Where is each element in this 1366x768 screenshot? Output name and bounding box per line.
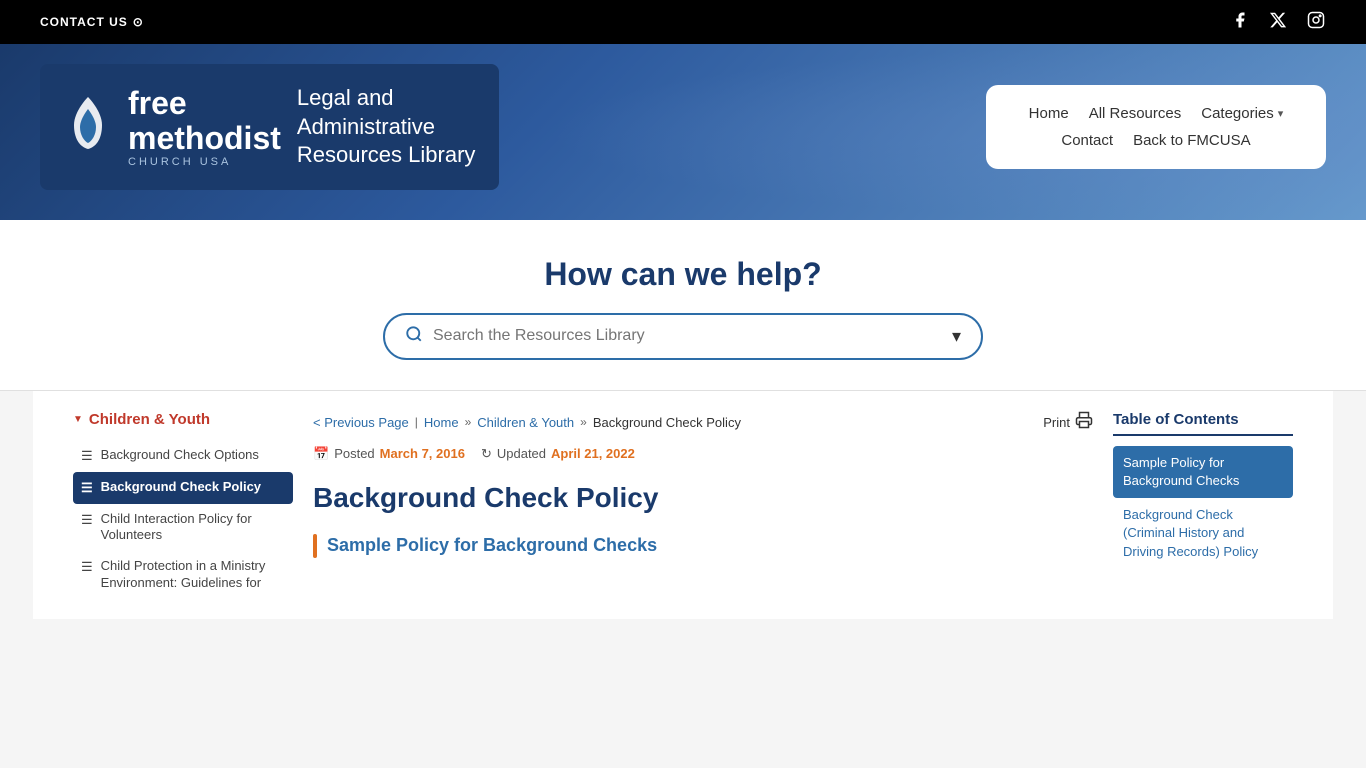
search-dropdown-icon[interactable]: ▾ [952, 326, 961, 347]
logo-section: free methodist CHURCH USA Legal and Admi… [40, 64, 499, 190]
logo-brand-text: free methodist [128, 86, 281, 156]
search-heading: How can we help? [40, 256, 1326, 293]
sidebar-category-title: Children & Youth [89, 411, 210, 428]
sidebar-item-label: Background Check Policy [101, 479, 261, 496]
chevron-down-icon: ▾ [1278, 107, 1284, 120]
sidebar-category-header[interactable]: ▼ Children & Youth [73, 411, 293, 428]
article-area: < Previous Page | Home » Children & Yout… [313, 411, 1093, 599]
document-icon: ☰ [81, 448, 93, 465]
search-icon [405, 325, 423, 348]
facebook-icon[interactable] [1230, 11, 1250, 34]
sidebar: ▼ Children & Youth ☰ Background Check Op… [73, 411, 293, 599]
breadcrumb-separator-1: | [415, 415, 418, 429]
refresh-icon: ↻ [481, 446, 492, 462]
logo-church-text: CHURCH USA [128, 156, 281, 168]
search-input[interactable] [433, 327, 952, 345]
sidebar-triangle-icon: ▼ [73, 414, 83, 425]
breadcrumb-category[interactable]: Children & Youth [477, 415, 574, 430]
twitter-x-icon[interactable] [1268, 11, 1288, 34]
toc-item-1[interactable]: Sample Policy for Background Checks [1113, 446, 1293, 498]
updated-meta: ↻ Updated April 21, 2022 [481, 446, 635, 462]
nav-categories[interactable]: Categories ▾ [1201, 105, 1283, 122]
posted-label: Posted [334, 446, 374, 461]
main-nav: Home All Resources Categories ▾ Contact … [986, 85, 1326, 169]
toc-heading: Table of Contents [1113, 411, 1293, 436]
document-icon: ☰ [81, 480, 93, 497]
nav-categories-label: Categories [1201, 105, 1274, 122]
sidebar-item-child-protection[interactable]: ☰ Child Protection in a Ministry Environ… [73, 551, 293, 599]
document-icon: ☰ [81, 512, 93, 529]
document-icon: ☰ [81, 559, 93, 576]
updated-date: April 21, 2022 [551, 446, 635, 461]
section-title-text: Sample Policy for Background Checks [327, 535, 657, 556]
site-header: free methodist CHURCH USA Legal and Admi… [0, 44, 1366, 220]
sidebar-item-label: Child Protection in a Ministry Environme… [101, 558, 285, 592]
print-button[interactable]: Print [1043, 411, 1093, 434]
search-section: How can we help? ▾ [0, 220, 1366, 391]
posted-meta: 📅 Posted March 7, 2016 [313, 446, 465, 462]
article-first-section: Sample Policy for Background Checks [313, 534, 1093, 558]
breadcrumb: < Previous Page | Home » Children & Yout… [313, 415, 741, 430]
contact-circle-icon: ⊙ [133, 15, 144, 29]
contact-us-label: CONTACT US [40, 15, 128, 29]
meta-row: 📅 Posted March 7, 2016 ↻ Updated April 2… [313, 446, 1093, 462]
previous-page-link[interactable]: < Previous Page [313, 415, 409, 430]
site-title: Legal and Administrative Resources Libra… [297, 84, 476, 170]
nav-all-resources[interactable]: All Resources [1089, 105, 1182, 122]
toc-item-2[interactable]: Background Check (Criminal History and D… [1113, 498, 1293, 569]
breadcrumb-bar: < Previous Page | Home » Children & Yout… [313, 411, 1093, 434]
breadcrumb-arrow-1: » [465, 415, 472, 429]
nav-back-fmcusa[interactable]: Back to FMCUSA [1133, 132, 1251, 149]
breadcrumb-arrow-2: » [580, 415, 587, 429]
posted-date: March 7, 2016 [380, 446, 465, 461]
sidebar-item-child-interaction[interactable]: ☰ Child Interaction Policy for Volunteer… [73, 504, 293, 552]
print-icon [1075, 411, 1093, 434]
print-label: Print [1043, 415, 1070, 430]
breadcrumb-home[interactable]: Home [424, 415, 459, 430]
article-title: Background Check Policy [313, 482, 1093, 514]
contact-us-link[interactable]: CONTACT US ⊙ [40, 15, 144, 29]
main-content: ▼ Children & Youth ☰ Background Check Op… [33, 391, 1333, 619]
sidebar-item-background-check-options[interactable]: ☰ Background Check Options [73, 440, 293, 472]
breadcrumb-current: Background Check Policy [593, 415, 741, 430]
nav-contact[interactable]: Contact [1061, 132, 1113, 149]
flame-icon [64, 93, 112, 161]
sidebar-item-label: Child Interaction Policy for Volunteers [101, 511, 285, 545]
sidebar-item-label: Background Check Options [101, 447, 259, 464]
instagram-icon[interactable] [1306, 11, 1326, 34]
sidebar-items-list: ☰ Background Check Options ☰ Background … [73, 440, 293, 599]
toc-panel: Table of Contents Sample Policy for Back… [1113, 411, 1293, 599]
social-icons-group [1230, 11, 1326, 34]
search-bar: ▾ [383, 313, 983, 360]
updated-label: Updated [497, 446, 546, 461]
nav-home[interactable]: Home [1029, 105, 1069, 122]
calendar-icon: 📅 [313, 446, 329, 462]
sidebar-item-background-check-policy[interactable]: ☰ Background Check Policy [73, 472, 293, 504]
